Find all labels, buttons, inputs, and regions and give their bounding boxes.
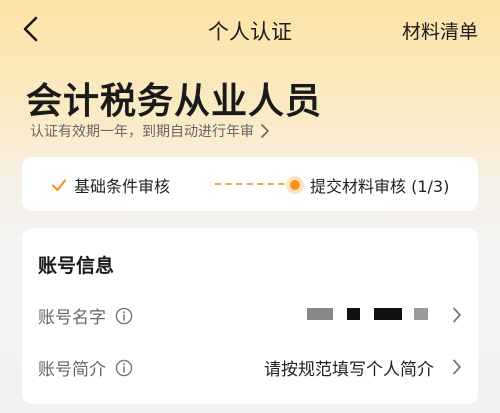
section-title: 账号信息 — [38, 255, 115, 277]
info-icon[interactable] — [115, 359, 133, 377]
certification-role-title: 会计税务从业人员 — [26, 81, 323, 122]
redacted-account-name — [307, 308, 428, 320]
account-name-label: 账号名字 — [38, 308, 106, 328]
account-bio-label-wrap: 账号简介 — [38, 355, 133, 380]
account-info-card: 账号信息 账号名字 账号简介 请按规范填写个人简介 — [22, 228, 478, 404]
account-name-label-wrap: 账号名字 — [38, 303, 133, 328]
step-material-review: 提交材料审核 (1/3) — [286, 173, 449, 197]
materials-list-link[interactable]: 材料清单 — [402, 17, 478, 44]
info-icon[interactable] — [115, 307, 133, 325]
chevron-right-icon — [261, 124, 269, 138]
validity-note-link[interactable]: 认证有效期一年，到期自动进行年审 — [30, 121, 270, 141]
account-bio-row[interactable]: 账号简介 请按规范填写个人简介 — [22, 352, 478, 382]
account-bio-label: 账号简介 — [38, 360, 106, 380]
account-bio-value: 请按规范填写个人简介 — [264, 360, 434, 380]
step-basic-review-label: 基础条件审核 — [74, 177, 171, 196]
back-arrow-icon[interactable] — [16, 14, 46, 44]
checkmark-icon — [51, 179, 67, 192]
top-nav-bar: 个人认证 材料清单 — [0, 0, 500, 58]
chevron-right-icon — [453, 359, 461, 375]
validity-note-text: 认证有效期一年，到期自动进行年审 — [30, 124, 254, 140]
chevron-right-icon — [453, 307, 461, 323]
progress-card: 基础条件审核 提交材料审核 (1/3) — [22, 157, 478, 211]
step-material-review-label: 提交材料审核 (1/3) — [310, 177, 450, 196]
step-basic-review: 基础条件审核 — [50, 173, 170, 197]
step-connector — [215, 183, 295, 185]
current-step-dot-icon — [286, 176, 304, 194]
account-name-row[interactable]: 账号名字 — [22, 300, 478, 330]
